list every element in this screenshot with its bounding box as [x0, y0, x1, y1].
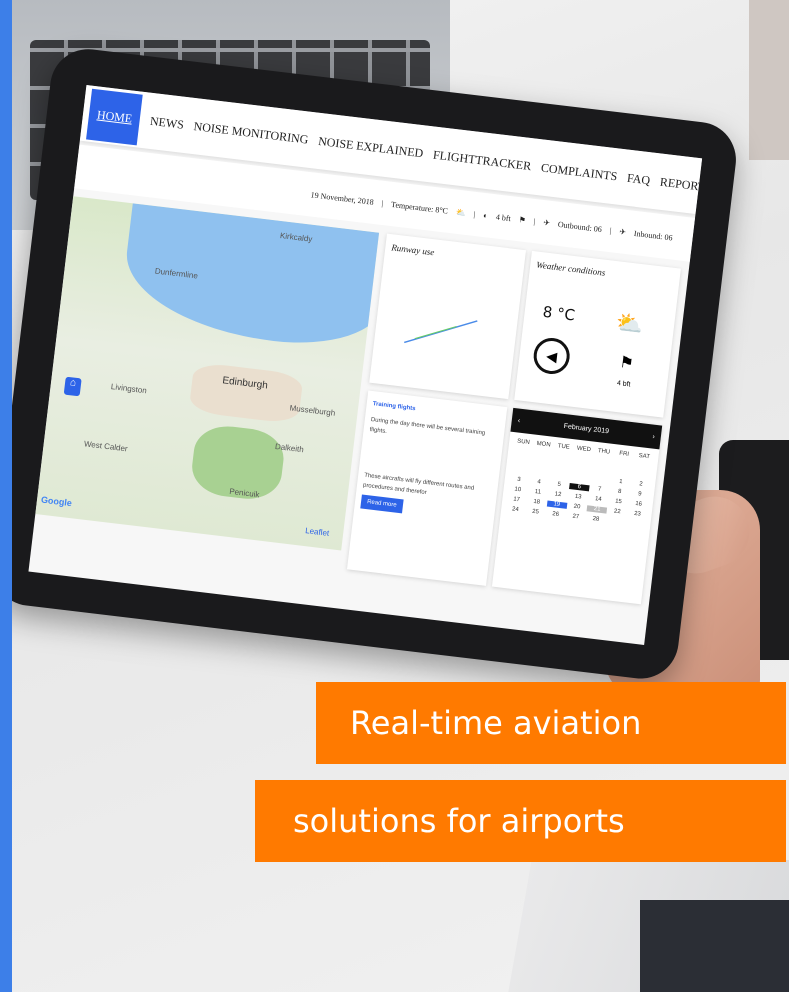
windsock-icon: ⚑: [518, 214, 527, 225]
plane-out-icon: ✈: [542, 217, 551, 228]
calendar-card: ‹ February 2019 › SUN MON TUE WED THU FR…: [491, 407, 663, 605]
left-accent-stripe: [0, 0, 12, 992]
wind-direction-icon: ◐: [482, 210, 489, 220]
calendar-day: [570, 473, 591, 481]
calendar-day[interactable]: 9: [629, 490, 650, 498]
nav-noise-monitoring[interactable]: NOISE MONITORING: [193, 119, 309, 148]
calendar-day[interactable]: 22: [607, 508, 628, 516]
prev-month-icon[interactable]: ‹: [517, 417, 520, 424]
calendar-day: [530, 468, 551, 476]
noise-map[interactable]: Dunfermline Edinburgh Livingston Kirkcal…: [35, 196, 380, 551]
calendar-day[interactable]: 6: [568, 483, 590, 492]
calendar-day[interactable]: 25: [525, 508, 546, 516]
calendar-day[interactable]: 23: [627, 510, 648, 518]
runway-line-2: [414, 326, 457, 340]
calendar-day[interactable]: 11: [527, 488, 548, 496]
calendar-day[interactable]: 8: [609, 488, 630, 496]
calendar-grid: 1 2 3 4 5 6 7 8 9 10 11 12 13 14 15 16 17 18 19 20 21 22 23 24 2…: [505, 466, 651, 528]
calendar-day[interactable]: 27: [565, 513, 586, 521]
weekday: FRI: [618, 450, 630, 458]
calendar-day[interactable]: 1: [610, 478, 631, 486]
wind-text: 4 bft: [495, 211, 512, 223]
read-more-button[interactable]: Read more: [360, 494, 404, 514]
banner-text-2: solutions for airports: [293, 802, 625, 840]
weekday: WED: [576, 445, 592, 454]
calendar-day[interactable]: 21: [586, 505, 608, 514]
tablet-screen: HOME NEWS NOISE MONITORING NOISE EXPLAIN…: [28, 85, 703, 645]
training-flights-card: Training flights During the day there wi…: [346, 390, 508, 586]
inbound-text: Inbound: 06: [633, 228, 674, 242]
training-title: Training flights: [372, 401, 416, 413]
calendar-day[interactable]: 3: [508, 476, 529, 484]
city-area: [188, 361, 304, 425]
map-label: West Calder: [83, 439, 129, 454]
windsock-icon: ⚑: [618, 354, 635, 373]
nav-noise-explained[interactable]: NOISE EXPLAINED: [317, 133, 425, 160]
calendar-day[interactable]: 5: [549, 481, 570, 489]
weather-wind: 4 bft: [616, 379, 631, 389]
calendar-month: February 2019: [563, 422, 610, 435]
plane-in-icon: ✈: [618, 226, 627, 237]
training-text-1: During the day there will be several tra…: [369, 417, 486, 437]
nav-faq[interactable]: FAQ: [626, 170, 651, 188]
calendar-day: [590, 475, 611, 483]
weekday: SAT: [638, 453, 651, 461]
weather-card: Weather conditions 8 °C ⛅ ◀ ⚑ 4 bft: [514, 250, 681, 418]
banner-line-1: Real-time aviation: [316, 682, 786, 764]
outbound-text: Outbound: 06: [557, 219, 603, 234]
tablet: HOME NEWS NOISE MONITORING NOISE EXPLAIN…: [0, 45, 741, 683]
calendar-day[interactable]: 17: [506, 496, 527, 504]
coffee-cup: [749, 0, 789, 160]
temperature-text: Temperature: 8°C: [390, 199, 449, 216]
weekday: THU: [597, 448, 611, 456]
calendar-day[interactable]: 16: [628, 500, 649, 508]
calendar-day[interactable]: 26: [545, 510, 566, 518]
calendar-day: [510, 466, 531, 474]
suit-jacket: [640, 900, 789, 992]
map-label: Livingston: [110, 382, 148, 396]
calendar-day[interactable]: 4: [529, 478, 550, 486]
nav-news[interactable]: NEWS: [149, 113, 184, 132]
nav-reports[interactable]: REPORTS: [659, 174, 702, 195]
calendar-day[interactable]: 10: [507, 486, 528, 494]
calendar-day[interactable]: 18: [526, 498, 547, 506]
weekday: MON: [536, 440, 551, 449]
calendar-day[interactable]: 13: [568, 493, 589, 501]
home-marker-icon[interactable]: ⌂: [63, 376, 82, 397]
banner-text-1: Real-time aviation: [350, 704, 642, 742]
sun-cloud-icon: ⛅: [614, 309, 645, 338]
calendar-day[interactable]: 12: [548, 491, 569, 499]
map-label: Musselburgh: [289, 403, 336, 418]
weather-temp: 8 °C: [541, 302, 576, 325]
weekday: SUN: [516, 438, 531, 446]
runway-diagram: [404, 320, 478, 344]
nav-flighttracker[interactable]: FLIGHTTRACKER: [432, 147, 532, 174]
calendar-day[interactable]: 2: [631, 480, 652, 488]
weekday: TUE: [557, 443, 570, 451]
firth-water: [118, 203, 380, 354]
next-month-icon[interactable]: ›: [652, 433, 655, 440]
nav-complaints[interactable]: COMPLAINTS: [540, 160, 618, 184]
calendar-day[interactable]: 15: [608, 498, 629, 506]
wind-direction-icon: ◀: [531, 335, 572, 377]
nav-home[interactable]: HOME: [86, 88, 144, 145]
calendar-day[interactable]: 14: [588, 495, 609, 503]
calendar-day[interactable]: 24: [505, 506, 526, 514]
banner-line-2: solutions for airports: [255, 780, 786, 862]
calendar-day: [550, 471, 571, 479]
date-text: 19 November, 2018: [310, 189, 375, 207]
leaflet-link[interactable]: Leaflet: [305, 526, 330, 538]
runway-use-card: Runway use: [369, 233, 527, 400]
calendar-day[interactable]: 7: [589, 485, 610, 493]
google-logo: Google: [40, 494, 73, 509]
calendar-day[interactable]: 28: [585, 515, 606, 523]
runway-line: [404, 320, 478, 344]
calendar-day[interactable]: 20: [567, 503, 588, 511]
calendar-day[interactable]: 19: [546, 500, 568, 509]
sun-cloud-icon: ⛅: [455, 207, 467, 218]
